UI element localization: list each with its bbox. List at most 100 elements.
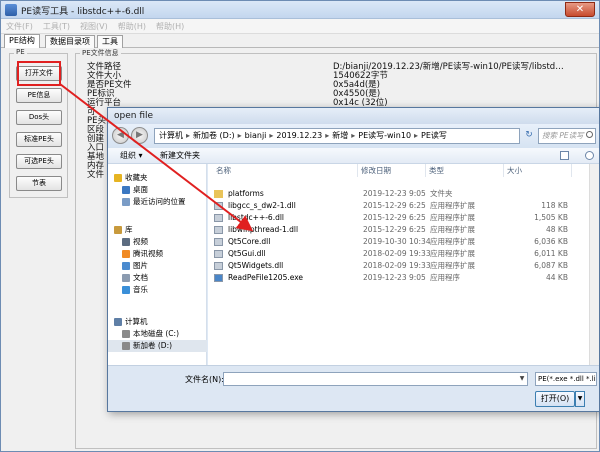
file-type: 应用程序扩展 [430, 237, 475, 246]
nav-item-label: 计算机 [125, 317, 148, 326]
dialog-bottom-area: 文件名(N): ▼ PE(*.exe *.dll *.lib) 打开(O) ▼ [108, 365, 599, 411]
file-name: Qt5Widgets.dll [228, 261, 284, 270]
app-icon [5, 4, 17, 16]
breadcrumb-date[interactable]: 2019.12.23 [276, 131, 322, 140]
nav-item-9[interactable]: 计算机 [108, 316, 207, 328]
nav-item-label: 视频 [133, 237, 148, 246]
close-button[interactable]: ✕ [565, 2, 595, 17]
nav-item-11[interactable]: 新加卷 (D:) [108, 340, 207, 352]
menu-file[interactable]: 文件(F) [1, 19, 38, 34]
organize-button[interactable]: 组织 ▾ [120, 150, 143, 162]
breadcrumb-new[interactable]: 新增 [332, 131, 348, 140]
dll-icon [214, 262, 223, 270]
nav-item-2[interactable]: 最近访问的位置 [108, 196, 207, 208]
column-header-size[interactable]: 大小 [504, 164, 572, 177]
file-row[interactable]: libgcc_s_dw2-1.dll 2015-12-29 6:25 应用程序扩展 1… [208, 200, 588, 212]
nav-item-label: 库 [125, 225, 133, 234]
back-button[interactable]: ◀ [112, 127, 129, 144]
nav-item-4[interactable]: 视频 [108, 236, 207, 248]
file-type: 应用程序扩展 [430, 249, 475, 258]
menu-view[interactable]: 视图(V) [75, 19, 113, 34]
file-date: 2018-02-09 19:33 [363, 261, 431, 270]
breadcrumb-drive-d[interactable]: 新加卷 (D:) [193, 131, 235, 140]
file-row[interactable]: Qt5Core.dll 2019-10-30 10:34 应用程序扩展 6,036 K… [208, 236, 588, 248]
filename-label: 文件名(N): [185, 375, 224, 384]
nav-item-8[interactable]: 音乐 [108, 284, 207, 296]
dll-icon [214, 250, 223, 258]
nav-item-label: 文档 [133, 273, 148, 282]
file-size: 1,505 KB [534, 213, 568, 222]
file-size: 48 KB [546, 225, 568, 234]
menu-tools[interactable]: 工具(T) [38, 19, 75, 34]
nav-item-5[interactable]: 腾讯视频 [108, 248, 207, 260]
open-dropdown-button[interactable]: ▼ [575, 391, 585, 407]
file-row[interactable]: Qt5Gui.dll 2018-02-09 19:33 应用程序扩展 6,011 KB [208, 248, 588, 260]
file-row[interactable]: Qt5Widgets.dll 2018-02-09 19:33 应用程序扩展 6,08… [208, 260, 588, 272]
music-icon [122, 286, 130, 294]
help-icon[interactable] [585, 151, 594, 160]
file-name: libgcc_s_dw2-1.dll [228, 201, 296, 210]
column-header-type[interactable]: 类型 [426, 164, 504, 177]
search-input[interactable]: 搜索 PE读写 [538, 128, 596, 144]
nav-item-6[interactable]: 图片 [108, 260, 207, 272]
file-row[interactable]: ReadPeFile1205.exe 2019-12-23 9:05 应用程序 44 … [208, 272, 588, 284]
dos-header-button[interactable]: Dos头 [16, 110, 62, 125]
file-name: libwinpthread-1.dll [228, 225, 299, 234]
file-row[interactable]: platforms 2019-12-23 9:05 文件夹 [208, 188, 588, 200]
file-name: libstdc++-6.dll [228, 213, 285, 222]
file-row[interactable]: libstdc++-6.dll 2015-12-29 6:25 应用程序扩展 1,50… [208, 212, 588, 224]
star-icon [114, 174, 122, 182]
file-size: 6,036 KB [534, 237, 568, 246]
forward-button[interactable]: ▶ [131, 127, 148, 144]
address-bar[interactable]: 计算机 ▸ 新加卷 (D:) ▸ bianji ▸ 2019.12.23 ▸ 新增 ▸ PE读写-w… [154, 128, 520, 144]
dll-icon [214, 214, 223, 222]
file-date: 2019-10-30 10:34 [363, 237, 431, 246]
info-label-file: 文件 [87, 170, 105, 180]
nav-item-label: 图片 [133, 261, 148, 270]
filename-input[interactable]: ▼ [223, 372, 528, 386]
menu-help-2[interactable]: 帮助(H) [151, 19, 189, 34]
breadcrumb-computer[interactable]: 计算机 [159, 131, 183, 140]
file-name: Qt5Core.dll [228, 237, 271, 246]
new-folder-button[interactable]: 新建文件夹 [160, 150, 200, 162]
nav-item-1[interactable]: 桌面 [108, 184, 207, 196]
column-header-date[interactable]: 修改日期 [358, 164, 426, 177]
breadcrumb-pe-win10[interactable]: PE读写-win10 [358, 131, 411, 140]
file-row[interactable]: libwinpthread-1.dll 2015-12-29 6:25 应用程序扩展… [208, 224, 588, 236]
column-header-name[interactable]: 名称 [208, 164, 358, 177]
nav-item-3[interactable]: 库 [108, 224, 207, 236]
file-date: 2015-12-29 6:25 [363, 213, 426, 222]
tab-data-directory[interactable]: 数据目录项 [45, 35, 95, 48]
main-window-title: PE读写工具 - libstdc++-6.dll [21, 7, 145, 17]
optional-pe-header-button[interactable]: 可选PE头 [16, 154, 62, 169]
navigation-pane: 收藏夹 桌面 最近访问的位置库视频腾讯视频 图片文档音乐计算机本地磁盘 (C:) 新加卷… [108, 164, 207, 365]
menu-help[interactable]: 帮助(H) [113, 19, 151, 34]
refresh-icon[interactable]: ↻ [522, 128, 536, 144]
view-options-icon[interactable] [560, 151, 569, 160]
open-button[interactable]: 打开(O) [535, 391, 575, 407]
file-date: 2015-12-29 6:25 [363, 201, 426, 210]
file-date: 2019-12-23 9:05 [363, 189, 426, 198]
file-name: platforms [228, 189, 264, 198]
section-table-button[interactable]: 节表 [16, 176, 62, 191]
file-type: 应用程序扩展 [430, 261, 475, 270]
file-size: 6,087 KB [534, 261, 568, 270]
dialog-titlebar: open file [108, 108, 599, 124]
nav-item-7[interactable]: 文档 [108, 272, 207, 284]
filename-dropdown-icon[interactable]: ▼ [517, 373, 527, 385]
library-icon [114, 226, 122, 234]
standard-pe-header-button[interactable]: 标准PE头 [16, 132, 62, 147]
breadcrumb-pe-rw[interactable]: PE读写 [421, 131, 447, 140]
nav-item-0[interactable]: 收藏夹 [108, 172, 207, 184]
filetype-select[interactable]: PE(*.exe *.dll *.lib) [535, 372, 597, 386]
file-list: 名称 修改日期 类型 大小 platforms 2019-12-23 9:05 文件… [208, 164, 599, 365]
file-list-scrollbar[interactable] [589, 164, 599, 365]
tab-tools[interactable]: 工具 [97, 35, 123, 48]
tab-pe-structure[interactable]: PE结构 [4, 34, 40, 48]
nav-item-10[interactable]: 本地磁盘 (C:) [108, 328, 207, 340]
file-type: 文件夹 [430, 189, 453, 198]
breadcrumb-bianji[interactable]: bianji [245, 131, 267, 140]
tab-bar: PE结构 数据目录项 工具 [1, 34, 599, 48]
disk-icon [122, 342, 130, 350]
pe-info-button[interactable]: PE信息 [16, 88, 62, 103]
